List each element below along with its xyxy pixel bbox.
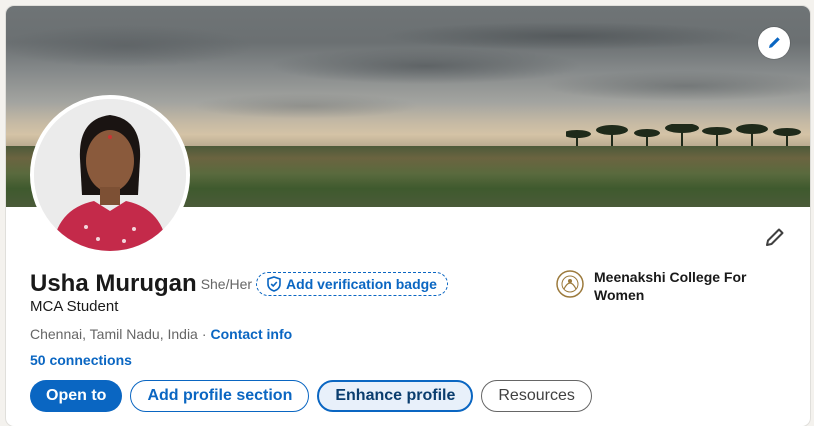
name-row: Usha Murugan She/Her Add verification ba…: [30, 270, 448, 298]
contact-info-link[interactable]: Contact info: [211, 326, 293, 342]
enhance-profile-button[interactable]: Enhance profile: [317, 380, 474, 412]
profile-card: Usha Murugan She/Her Add verification ba…: [6, 6, 810, 426]
add-profile-section-button[interactable]: Add profile section: [130, 380, 310, 412]
edit-intro-button[interactable]: [762, 226, 786, 250]
resources-button[interactable]: Resources: [481, 380, 592, 412]
pencil-icon: [769, 37, 780, 48]
add-verification-badge-button[interactable]: Add verification badge: [256, 272, 448, 296]
separator: ·: [201, 326, 207, 342]
edit-cover-button[interactable]: [758, 27, 790, 59]
college-name: Meenakshi College For Women: [594, 269, 747, 303]
pencil-icon: [766, 228, 784, 246]
location-row: Chennai, Tamil Nadu, India · Contact inf…: [30, 326, 292, 342]
profile-actions: Open to Add profile section Enhance prof…: [30, 380, 592, 412]
profile-photo[interactable]: [30, 95, 190, 255]
headline: MCA Student: [30, 298, 119, 315]
location: Chennai, Tamil Nadu, India: [30, 326, 198, 342]
profile-name: Usha Murugan: [30, 270, 197, 297]
connections-link[interactable]: 50 connections: [30, 352, 132, 368]
pronouns: She/Her: [200, 276, 253, 292]
college-emblem-icon: [554, 268, 586, 300]
open-to-button[interactable]: Open to: [30, 380, 123, 412]
verification-label: Add verification badge: [286, 276, 437, 292]
education-item[interactable]: Meenakshi College For Women: [554, 268, 774, 304]
avatar-image: [34, 99, 186, 251]
shield-check-icon: [267, 276, 281, 292]
